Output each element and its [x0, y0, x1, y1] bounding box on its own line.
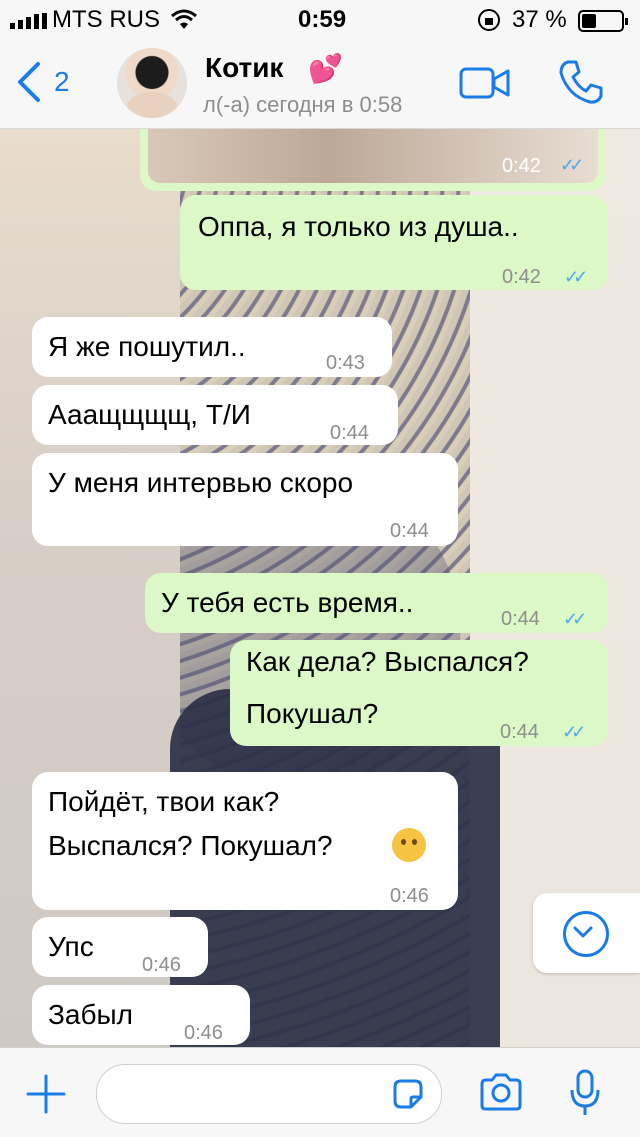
message-text-line2: Покушал? [246, 698, 379, 729]
voice-message-button[interactable] [568, 1068, 602, 1123]
wifi-icon [170, 9, 198, 36]
message-text: Упс [48, 931, 94, 962]
avatar[interactable] [117, 48, 187, 118]
message-text: Оппа, я только из душа.. [198, 211, 519, 242]
message-time: 0:44 [500, 721, 539, 743]
message-bubble[interactable]: Ааащщщщ, Т/И 0:44 [32, 385, 398, 445]
read-ticks-icon: ✓✓ [564, 267, 588, 287]
thinking-face-icon [392, 828, 426, 862]
contact-name[interactable]: Котик [205, 52, 283, 84]
message-bubble[interactable]: Упс 0:46 [32, 917, 208, 977]
microphone-icon [570, 1069, 600, 1115]
message-time: 0:46 [390, 885, 429, 907]
back-chevron-icon [18, 62, 40, 102]
signal-icon [10, 13, 50, 29]
video-call-button[interactable] [458, 66, 512, 105]
message-bubble[interactable]: Забыл 0:46 [32, 985, 250, 1045]
message-bubble[interactable]: У меня интервью скоро 0:44 [32, 453, 458, 546]
camera-icon [480, 1073, 522, 1111]
clock-time: 0:59 [298, 6, 347, 33]
phone-call-button[interactable] [556, 58, 604, 111]
back-button[interactable]: 2 [14, 60, 84, 108]
composer-bar [0, 1047, 640, 1137]
unread-count: 2 [54, 66, 70, 97]
message-text: Ааащщщщ, Т/И [48, 399, 251, 430]
attach-button[interactable] [24, 1072, 68, 1121]
message-time: 0:44 [390, 520, 429, 542]
message-text: Я же пошутил.. [48, 331, 246, 362]
video-call-icon [459, 67, 510, 99]
message-time: 0:44 [330, 422, 369, 444]
status-bar: MTS RUS 0:59 37 % [0, 0, 640, 40]
message-text: У тебя есть время.. [161, 587, 414, 618]
message-time: 0:44 [501, 608, 540, 630]
sticker-button[interactable] [391, 1077, 425, 1116]
plus-icon [26, 1074, 66, 1114]
chat-header: 2 Котик 💕 л(-а) сегодня в 0:58 [0, 40, 640, 129]
battery-percent: 37 % [512, 6, 567, 33]
hearts-emoji: 💕 [308, 53, 343, 84]
message-time: 0:46 [142, 954, 181, 976]
message-bubble[interactable]: Оппа, я только из душа.. 0:42 ✓✓ [180, 195, 608, 290]
camera-button[interactable] [478, 1072, 524, 1117]
chevron-down-icon [563, 911, 609, 957]
message-bubble[interactable]: Я же пошутил.. 0:43 [32, 317, 392, 377]
battery-icon [578, 10, 628, 32]
message-text-line1: Пойдёт, твои как? [48, 786, 280, 817]
message-text: У меня интервью скоро [48, 467, 354, 498]
message-text: Забыл [48, 999, 133, 1030]
image-message[interactable]: 0:42 ✓✓ [140, 129, 606, 191]
sticker-icon [393, 1079, 423, 1109]
message-text-line2: Выспался? Покушал? [48, 830, 333, 861]
message-bubble[interactable]: У тебя есть время.. 0:44 ✓✓ [145, 573, 608, 633]
message-text-line1: Как дела? Выспался? [246, 646, 529, 677]
message-bubble[interactable]: Как дела? Выспался? Покушал? 0:44 ✓✓ [230, 640, 608, 746]
read-ticks-icon: ✓✓ [560, 155, 584, 175]
scroll-to-bottom-button[interactable] [533, 893, 640, 973]
message-time: 0:42 [502, 266, 541, 288]
message-time: 0:42 [502, 155, 541, 177]
read-ticks-icon: ✓✓ [563, 609, 587, 629]
last-seen-status: л(-а) сегодня в 0:58 [203, 92, 403, 117]
rotation-lock-icon [478, 9, 500, 31]
phone-icon [559, 60, 603, 104]
message-input[interactable] [96, 1064, 442, 1124]
carrier-label: MTS RUS [52, 6, 160, 33]
message-time: 0:43 [326, 352, 365, 374]
message-bubble[interactable]: Пойдёт, твои как? Выспался? Покушал? 0:4… [32, 772, 458, 910]
read-ticks-icon: ✓✓ [562, 722, 586, 742]
